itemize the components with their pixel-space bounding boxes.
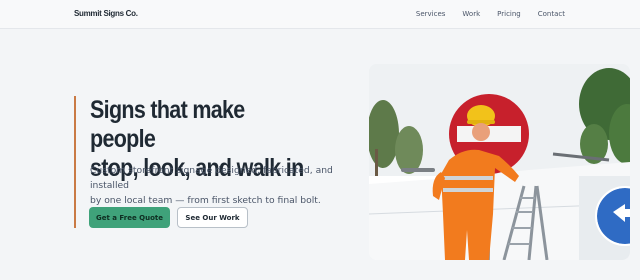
brand-logo[interactable]: Summit Signs Co. (74, 9, 138, 18)
hero-subhead-line2: by one local team — from first sketch to… (90, 195, 321, 206)
nav-link-pricing[interactable]: Pricing (497, 10, 521, 18)
hero-photo (369, 64, 630, 260)
hero-subhead: Custom storefront signage designed, fabr… (90, 163, 360, 208)
nav-links: Services Work Pricing Contact (416, 10, 565, 18)
top-nav: Summit Signs Co. Services Work Pricing C… (0, 0, 640, 29)
nav-link-services[interactable]: Services (416, 10, 446, 18)
get-quote-button[interactable]: Get a Free Quote (89, 207, 170, 228)
sign-installer-illustration (369, 64, 630, 260)
see-work-button[interactable]: See Our Work (177, 207, 248, 228)
hero-headline-line1: Signs that make people (90, 96, 245, 153)
hero-subhead-line1: Custom storefront signage designed, fabr… (90, 165, 333, 191)
nav-link-contact[interactable]: Contact (538, 10, 565, 18)
hero-accent-bar (74, 96, 76, 228)
nav-link-work[interactable]: Work (462, 10, 480, 18)
